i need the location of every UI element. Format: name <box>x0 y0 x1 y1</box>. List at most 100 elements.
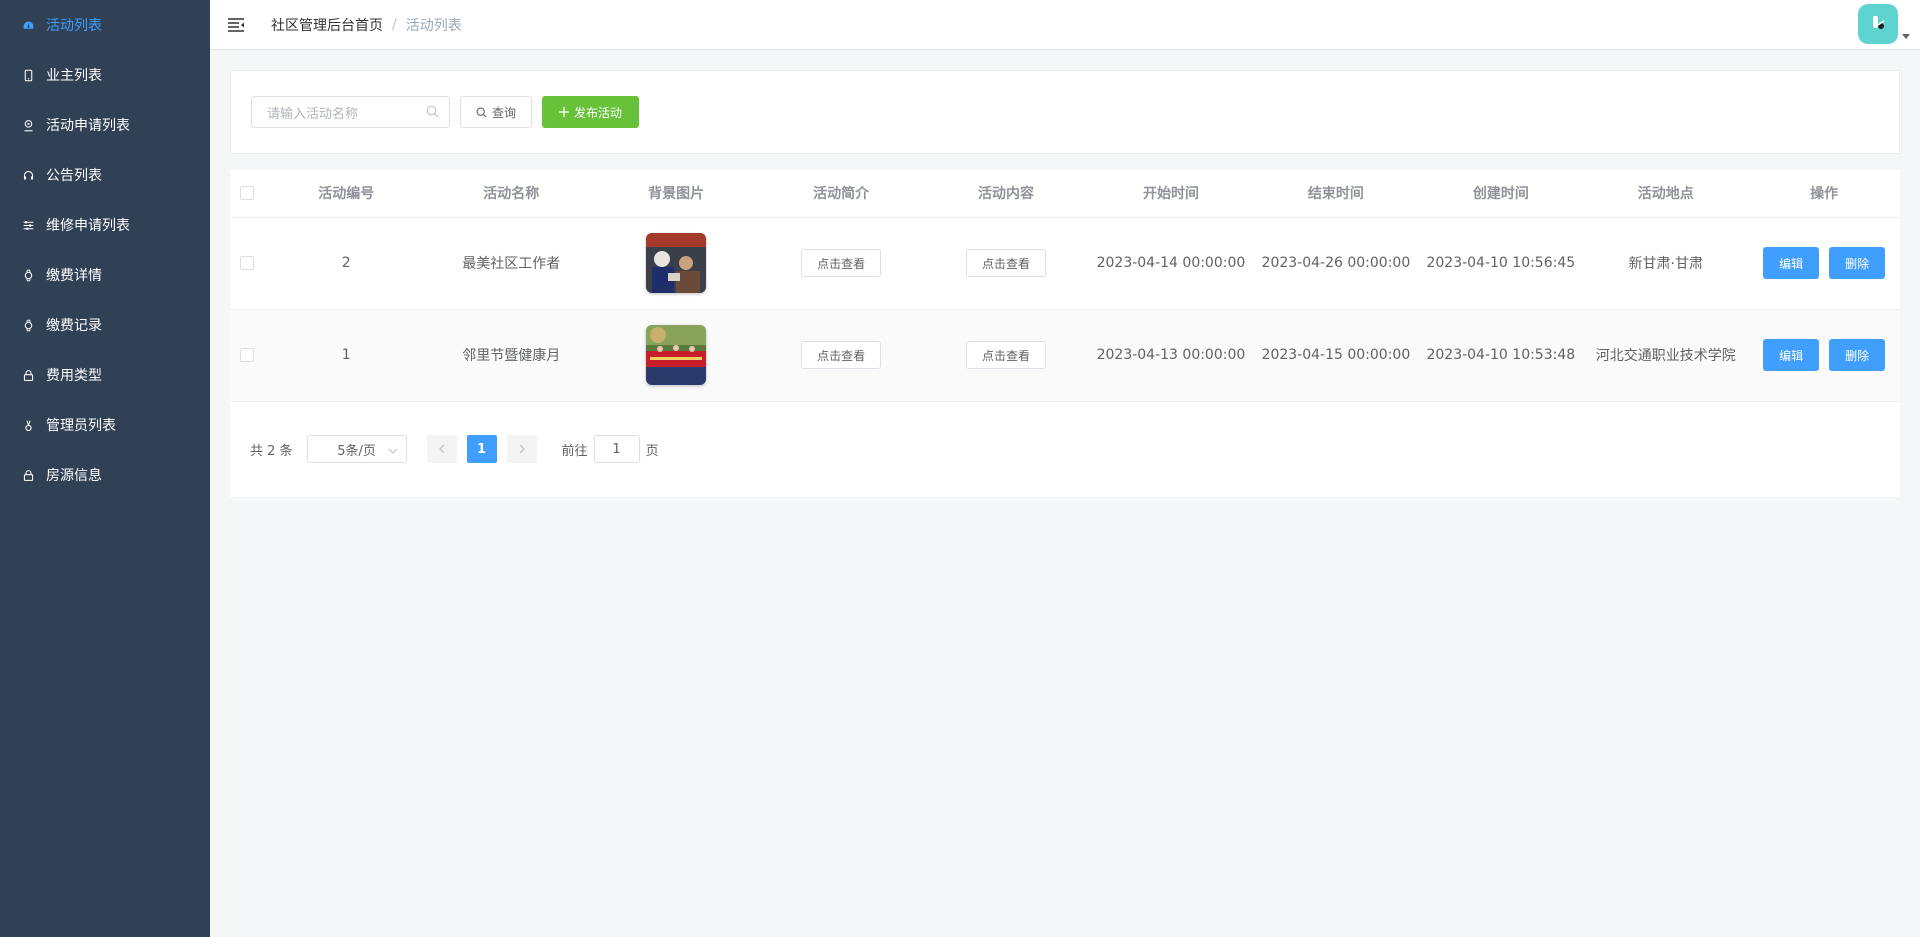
search-input[interactable]: 请输入活动名称 <box>251 96 450 128</box>
view-content-button[interactable]: 点击查看 <box>966 249 1047 277</box>
row-select-cell <box>230 309 264 402</box>
watch-icon <box>20 317 36 333</box>
start-time: 2023-04-13 00:00:00 <box>1088 309 1254 402</box>
phone-icon <box>20 67 36 83</box>
sidebar-item-label: 房源信息 <box>46 468 102 484</box>
breadcrumb-home[interactable]: 社区管理后台首页 <box>271 15 383 35</box>
publish-button-label: 发布活动 <box>573 105 622 120</box>
column-header: 活动内容 <box>923 170 1089 218</box>
breadcrumb-separator: / <box>392 16 397 33</box>
column-header: 背景图片 <box>593 170 759 218</box>
row-checkbox[interactable] <box>239 348 254 362</box>
column-header: 开始时间 <box>1088 170 1254 218</box>
delete-button[interactable]: 删除 <box>1829 247 1886 279</box>
select-all-checkbox[interactable] <box>239 186 254 201</box>
page-size-value: 5条/页 <box>337 443 376 459</box>
sidebar-item-payment-records[interactable]: 缴费记录 <box>0 300 210 350</box>
background-image-thumbnail[interactable] <box>646 233 707 293</box>
activity-content-cell: 点击查看 <box>923 309 1089 402</box>
prev-page-button[interactable] <box>426 435 457 463</box>
activity-table-panel: 活动编号 活动名称 背景图片 活动简介 活动内容 开始时间 结束时间 创建时间 … <box>230 170 1900 497</box>
background-image-cell <box>593 217 759 310</box>
sliders-icon <box>20 217 36 233</box>
chevron-down-icon <box>388 445 398 460</box>
sidebar-item-repair-application-list[interactable]: 维修申请列表 <box>0 200 210 250</box>
user-menu[interactable] <box>1858 4 1910 44</box>
sidebar-item-label: 缴费详情 <box>46 268 102 284</box>
sidebar-item-label: 缴费记录 <box>46 318 102 334</box>
row-select-cell <box>230 217 264 310</box>
search-panel: 请输入活动名称 查询 发布活动 <box>230 70 1900 154</box>
view-intro-button[interactable]: 点击查看 <box>801 341 882 369</box>
search-input-placeholder: 请输入活动名称 <box>267 106 359 122</box>
sidebar-item-label: 活动申请列表 <box>46 118 130 134</box>
headset-icon <box>20 167 36 183</box>
sidebar-item-housing-info[interactable]: 房源信息 <box>0 450 210 500</box>
sidebar-item-fee-types[interactable]: 费用类型 <box>0 350 210 400</box>
row-checkbox[interactable] <box>239 256 254 270</box>
edit-button[interactable]: 编辑 <box>1763 247 1820 279</box>
page-number-current[interactable]: 1 <box>466 435 497 463</box>
end-time: 2023-04-15 00:00:00 <box>1253 309 1419 402</box>
view-intro-button[interactable]: 点击查看 <box>801 249 882 277</box>
caret-down-icon[interactable] <box>1902 33 1910 39</box>
medal-icon <box>20 417 36 433</box>
column-header: 活动名称 <box>428 170 594 218</box>
sidebar-item-payment-details[interactable]: 缴费详情 <box>0 250 210 300</box>
column-header: 活动编号 <box>263 170 429 218</box>
query-button-label: 查询 <box>491 105 516 120</box>
actions-cell: 编辑 删除 <box>1748 309 1900 402</box>
column-header: 创建时间 <box>1418 170 1584 218</box>
delete-button[interactable]: 删除 <box>1829 339 1886 371</box>
activity-place: 河北交通职业技术学院 <box>1583 309 1749 402</box>
column-header: 操作 <box>1748 170 1900 218</box>
column-header: 活动地点 <box>1583 170 1749 218</box>
sidebar-item-activity-list[interactable]: 活动列表 <box>0 0 210 50</box>
breadcrumb: 社区管理后台首页 / 活动列表 <box>271 15 462 35</box>
background-image-thumbnail[interactable] <box>646 325 707 385</box>
goto-prefix: 前往 <box>561 443 588 459</box>
activity-intro-cell: 点击查看 <box>758 309 924 402</box>
activity-name: 邻里节暨健康月 <box>428 309 594 402</box>
avatar[interactable] <box>1858 4 1898 44</box>
sidebar-item-label: 维修申请列表 <box>46 218 130 234</box>
column-header: 结束时间 <box>1253 170 1419 218</box>
column-header: 活动简介 <box>758 170 924 218</box>
top-navbar: 社区管理后台首页 / 活动列表 <box>210 0 1920 50</box>
sidebar-item-owner-list[interactable]: 业主列表 <box>0 50 210 100</box>
background-image-cell <box>593 309 759 402</box>
sidebar-item-activity-application-list[interactable]: 活动申请列表 <box>0 100 210 150</box>
created-time: 2023-04-10 10:56:45 <box>1418 217 1584 310</box>
table-row: 1 邻里节暨健康月 点击查看 点击查看 2023-04-13 00:00:00 … <box>230 309 1900 402</box>
view-content-button[interactable]: 点击查看 <box>966 341 1047 369</box>
table-row: 2 最美社区工作者 点击查看 点击查看 2023-04-14 00:00:00 … <box>230 217 1900 310</box>
end-time: 2023-04-26 00:00:00 <box>1253 217 1419 310</box>
activity-intro-cell: 点击查看 <box>758 217 924 310</box>
start-time: 2023-04-14 00:00:00 <box>1088 217 1254 310</box>
sidebar-item-admin-list[interactable]: 管理员列表 <box>0 400 210 450</box>
sidebar-item-label: 业主列表 <box>46 68 102 84</box>
watch-icon <box>20 267 36 283</box>
activity-place: 新甘肃·甘肃 <box>1583 217 1749 310</box>
next-page-button[interactable] <box>506 435 537 463</box>
hamburger-icon[interactable] <box>226 15 246 35</box>
activity-name: 最美社区工作者 <box>428 217 594 310</box>
goto-page-input[interactable]: 1 <box>593 435 640 463</box>
search-icon <box>426 105 439 122</box>
plus-icon <box>558 107 569 117</box>
sidebar-item-label: 管理员列表 <box>46 418 116 434</box>
sidebar-item-label: 公告列表 <box>46 168 102 184</box>
sidebar-item-label: 费用类型 <box>46 368 102 384</box>
publish-activity-button[interactable]: 发布活动 <box>542 96 639 128</box>
activity-content-cell: 点击查看 <box>923 217 1089 310</box>
table-header-row: 活动编号 活动名称 背景图片 活动简介 活动内容 开始时间 结束时间 创建时间 … <box>230 170 1900 218</box>
activity-id: 2 <box>263 217 429 310</box>
sidebar-item-announcement-list[interactable]: 公告列表 <box>0 150 210 200</box>
edit-button[interactable]: 编辑 <box>1763 339 1820 371</box>
query-button[interactable]: 查询 <box>460 96 532 128</box>
activity-id: 1 <box>263 309 429 402</box>
dashboard-icon <box>20 17 36 33</box>
page-size-select[interactable]: 5条/页 <box>306 435 407 463</box>
activity-table: 活动编号 活动名称 背景图片 活动简介 活动内容 开始时间 结束时间 创建时间 … <box>230 170 1900 402</box>
sidebar: 活动列表 业主列表 活动申请列表 公告列表 维修申请列表 缴费详情 缴费记录 费… <box>0 0 210 937</box>
